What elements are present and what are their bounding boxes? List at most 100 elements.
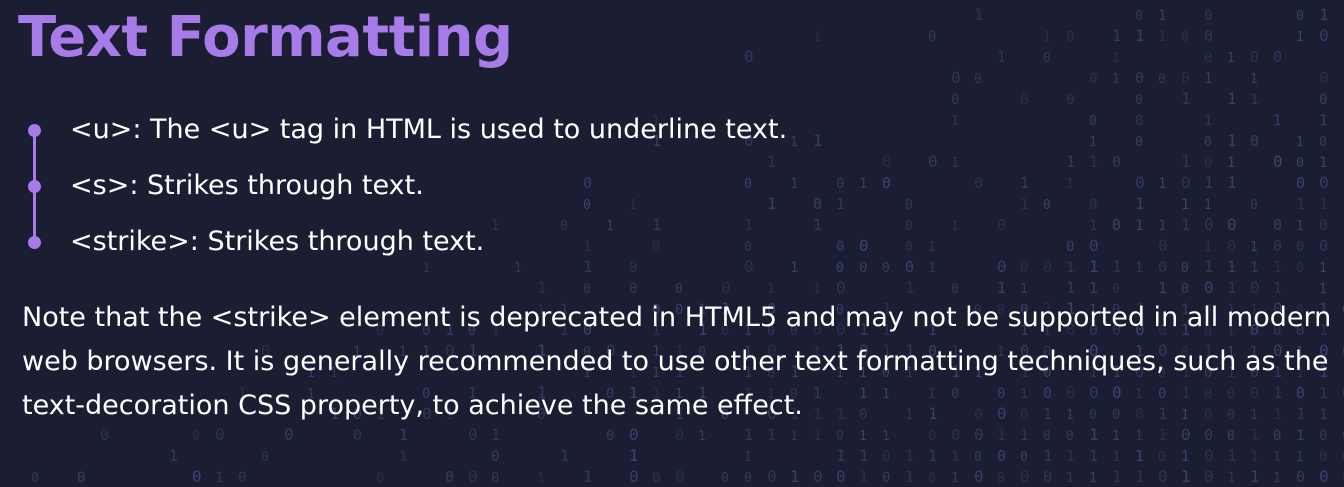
bullet-dot-icon [28, 124, 41, 137]
matrix-glyph: 1 [1158, 8, 1166, 24]
matrix-glyph: 1 [1112, 429, 1120, 444]
matrix-glyph: 0 [1181, 173, 1191, 192]
matrix-glyph: 1 [1066, 471, 1074, 486]
matrix-glyph: 0 [1250, 48, 1259, 66]
matrix-glyph: 0 [1204, 135, 1212, 150]
matrix-glyph: 0 [1319, 467, 1329, 486]
matrix-glyph: 0 [1020, 90, 1029, 108]
matrix-glyph: 0 [491, 449, 499, 465]
matrix-glyph: 1 [859, 446, 869, 465]
matrix-glyph: 1 [1112, 72, 1120, 87]
matrix-glyph: 0 [1158, 258, 1167, 276]
matrix-glyph: 1 [537, 278, 547, 297]
matrix-glyph: 0 [652, 470, 660, 486]
matrix-glyph: 1 [997, 279, 1006, 297]
note-paragraph: Note that the <strike> element is deprec… [22, 302, 1332, 421]
matrix-glyph: 0 [1296, 9, 1304, 24]
matrix-glyph: 1 [215, 470, 223, 486]
matrix-glyph: 0 [882, 470, 890, 486]
matrix-glyph: 0 [675, 282, 683, 297]
matrix-glyph: 0 [1043, 51, 1051, 66]
matrix-glyph: 0 [1319, 237, 1328, 255]
matrix-glyph: 0 [1043, 258, 1052, 276]
matrix-glyph: 0 [1319, 68, 1329, 87]
matrix-glyph: 0 [629, 467, 639, 486]
matrix-glyph: 0 [1319, 92, 1327, 108]
bullet-dot-icon [28, 236, 41, 249]
matrix-glyph: 1 [859, 429, 867, 444]
matrix-glyph: 0 [1250, 278, 1260, 297]
matrix-glyph: 1 [698, 429, 706, 444]
matrix-glyph: 0 [238, 470, 246, 486]
matrix-glyph: 1 [560, 446, 570, 465]
matrix-glyph: 1 [1066, 279, 1075, 297]
matrix-glyph: 0 [1273, 428, 1281, 444]
matrix-glyph: 0 [974, 174, 983, 192]
matrix-glyph: 0 [1043, 429, 1051, 444]
matrix-glyph: 1 [905, 468, 914, 486]
matrix-glyph: 1 [1043, 446, 1053, 465]
matrix-glyph: 0 [1066, 429, 1074, 444]
matrix-glyph: 0 [1135, 69, 1144, 87]
matrix-glyph: 0 [1296, 468, 1305, 486]
matrix-glyph: 1 [1227, 278, 1237, 297]
matrix-glyph: 1 [1250, 240, 1258, 255]
matrix-glyph: 1 [1296, 219, 1304, 234]
matrix-glyph: 1 [1135, 447, 1144, 465]
matrix-glyph: 1 [951, 114, 959, 129]
matrix-glyph: 0 [1204, 27, 1213, 45]
matrix-glyph: 0 [1296, 239, 1304, 255]
matrix-glyph: 0 [583, 282, 591, 297]
matrix-glyph: 0 [376, 470, 384, 486]
matrix-glyph: 0 [997, 257, 1007, 276]
matrix-glyph: 0 [1204, 155, 1212, 171]
matrix-glyph: 1 [1020, 282, 1028, 297]
matrix-glyph: 1 [1296, 450, 1304, 465]
matrix-glyph: 1 [1181, 215, 1191, 234]
matrix-glyph: 1 [813, 282, 821, 297]
matrix-glyph: 0 [1319, 428, 1327, 444]
matrix-glyph: 1 [1112, 449, 1120, 465]
matrix-glyph: 0 [261, 450, 269, 465]
matrix-glyph: 1 [790, 429, 798, 444]
matrix-glyph: 0 [1204, 426, 1213, 444]
matrix-glyph: 1 [1204, 113, 1212, 129]
matrix-glyph: 0 [974, 72, 982, 87]
matrix-glyph: 1 [1250, 426, 1259, 444]
matrix-glyph: 1 [1273, 471, 1281, 486]
matrix-glyph: 1 [767, 426, 776, 444]
matrix-glyph: 0 [1089, 114, 1097, 129]
matrix-glyph: 0 [1204, 467, 1214, 486]
matrix-glyph: 1 [583, 467, 593, 486]
matrix-glyph: 0 [1043, 468, 1052, 486]
matrix-glyph: 1 [1227, 131, 1237, 150]
bullet-list: <u>: The <u> tag in HTML is used to unde… [22, 100, 922, 270]
matrix-glyph: 0 [1250, 198, 1258, 213]
matrix-glyph: 1 [928, 240, 936, 255]
matrix-glyph: 1 [1296, 428, 1304, 444]
matrix-glyph: 1 [399, 426, 408, 444]
matrix-glyph: 1 [1135, 218, 1143, 234]
matrix-glyph: 1 [1204, 198, 1212, 213]
matrix-glyph: 0 [1181, 261, 1189, 276]
matrix-glyph: 0 [1250, 132, 1259, 150]
matrix-glyph: 1 [1296, 30, 1304, 45]
matrix-glyph: 1 [767, 282, 775, 297]
matrix-glyph: 0 [951, 68, 961, 87]
matrix-glyph: 1 [1250, 449, 1258, 465]
matrix-glyph: 0 [1319, 26, 1329, 45]
matrix-glyph: 1 [1089, 153, 1098, 171]
matrix-glyph: 0 [1089, 197, 1097, 213]
matrix-glyph: 1 [1319, 282, 1327, 297]
matrix-glyph: 0 [1089, 236, 1099, 255]
matrix-glyph: 1 [951, 219, 959, 234]
matrix-glyph: 0 [1020, 467, 1030, 486]
matrix-glyph: 1 [1319, 261, 1327, 276]
matrix-glyph: 0 [1066, 29, 1074, 45]
matrix-glyph: 1 [1066, 447, 1075, 465]
matrix-glyph: 1 [1020, 197, 1028, 213]
matrix-glyph: 1 [491, 426, 500, 444]
matrix-glyph: 0 [813, 467, 823, 486]
matrix-glyph: 0 [1319, 135, 1327, 150]
matrix-glyph: 0 [1319, 173, 1329, 192]
